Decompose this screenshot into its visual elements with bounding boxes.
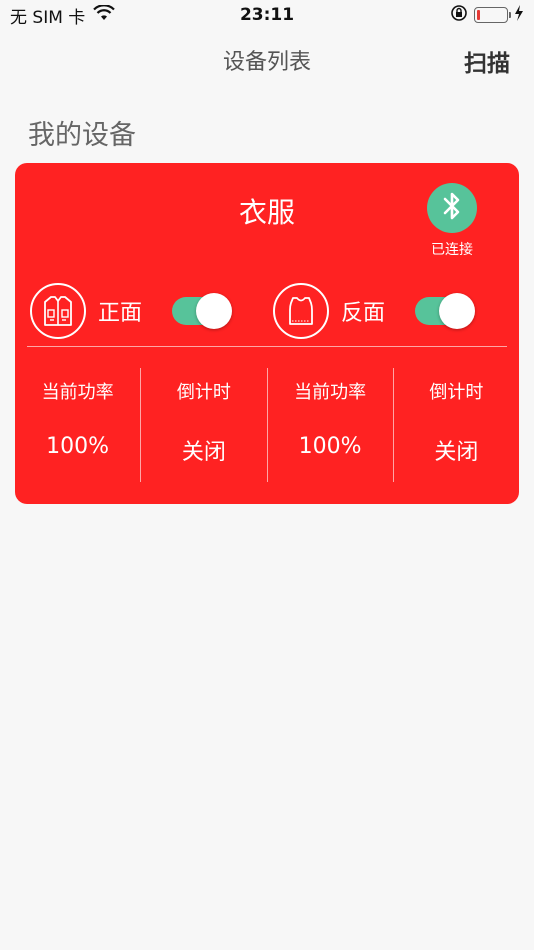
section-title: 我的设备 [28,120,136,151]
connection-status: 已连接 [431,242,473,258]
bluetooth-status: 已连接 [417,183,487,259]
device-card[interactable]: 衣服 已连接 正面 反面 当前功率 100% 倒计时 关闭 当前功率 100% … [15,163,519,504]
scan-button[interactable]: 扫描 [464,44,510,78]
battery-icon [474,7,511,23]
stat-value: 关闭 [434,440,479,465]
status-left: 无 SIM 卡 [10,3,116,28]
back-timer-stat[interactable]: 倒计时 关闭 [394,368,519,482]
orientation-lock-icon [450,4,468,27]
stat-value: 100% [46,434,110,459]
stat-label: 倒计时 [429,382,484,403]
front-side-row: 正面 [30,283,233,339]
divider [27,346,507,347]
back-side-row: 反面 [273,283,476,339]
back-toggle-knob [439,293,476,329]
wifi-icon [93,3,116,26]
back-toggle[interactable] [415,293,476,329]
nav-bar: 设备列表 扫描 [0,30,534,90]
stat-value: 关闭 [181,440,226,465]
stat-label: 当前功率 [294,382,367,403]
status-right [450,4,524,27]
back-label: 反面 [341,301,386,326]
front-toggle-knob [196,293,233,329]
charging-icon [514,4,524,26]
stat-label: 当前功率 [41,382,114,403]
bluetooth-button[interactable] [427,183,477,233]
vest-front-icon [30,283,86,339]
stat-value: 100% [298,434,362,459]
carrier-label: 无 SIM 卡 [10,7,86,28]
stats-row: 当前功率 100% 倒计时 关闭 当前功率 100% 倒计时 关闭 [15,368,519,482]
vest-back-icon [273,283,329,339]
stat-label: 倒计时 [176,382,231,403]
battery-level [477,10,481,20]
front-power-stat[interactable]: 当前功率 100% [15,368,142,482]
status-bar: 无 SIM 卡 23:11 [0,0,534,30]
bluetooth-icon [441,191,463,225]
page-title: 设备列表 [222,50,311,75]
back-power-stat[interactable]: 当前功率 100% [268,368,394,482]
front-timer-stat[interactable]: 倒计时 关闭 [141,368,268,482]
front-label: 正面 [98,301,143,326]
front-toggle[interactable] [172,293,233,329]
